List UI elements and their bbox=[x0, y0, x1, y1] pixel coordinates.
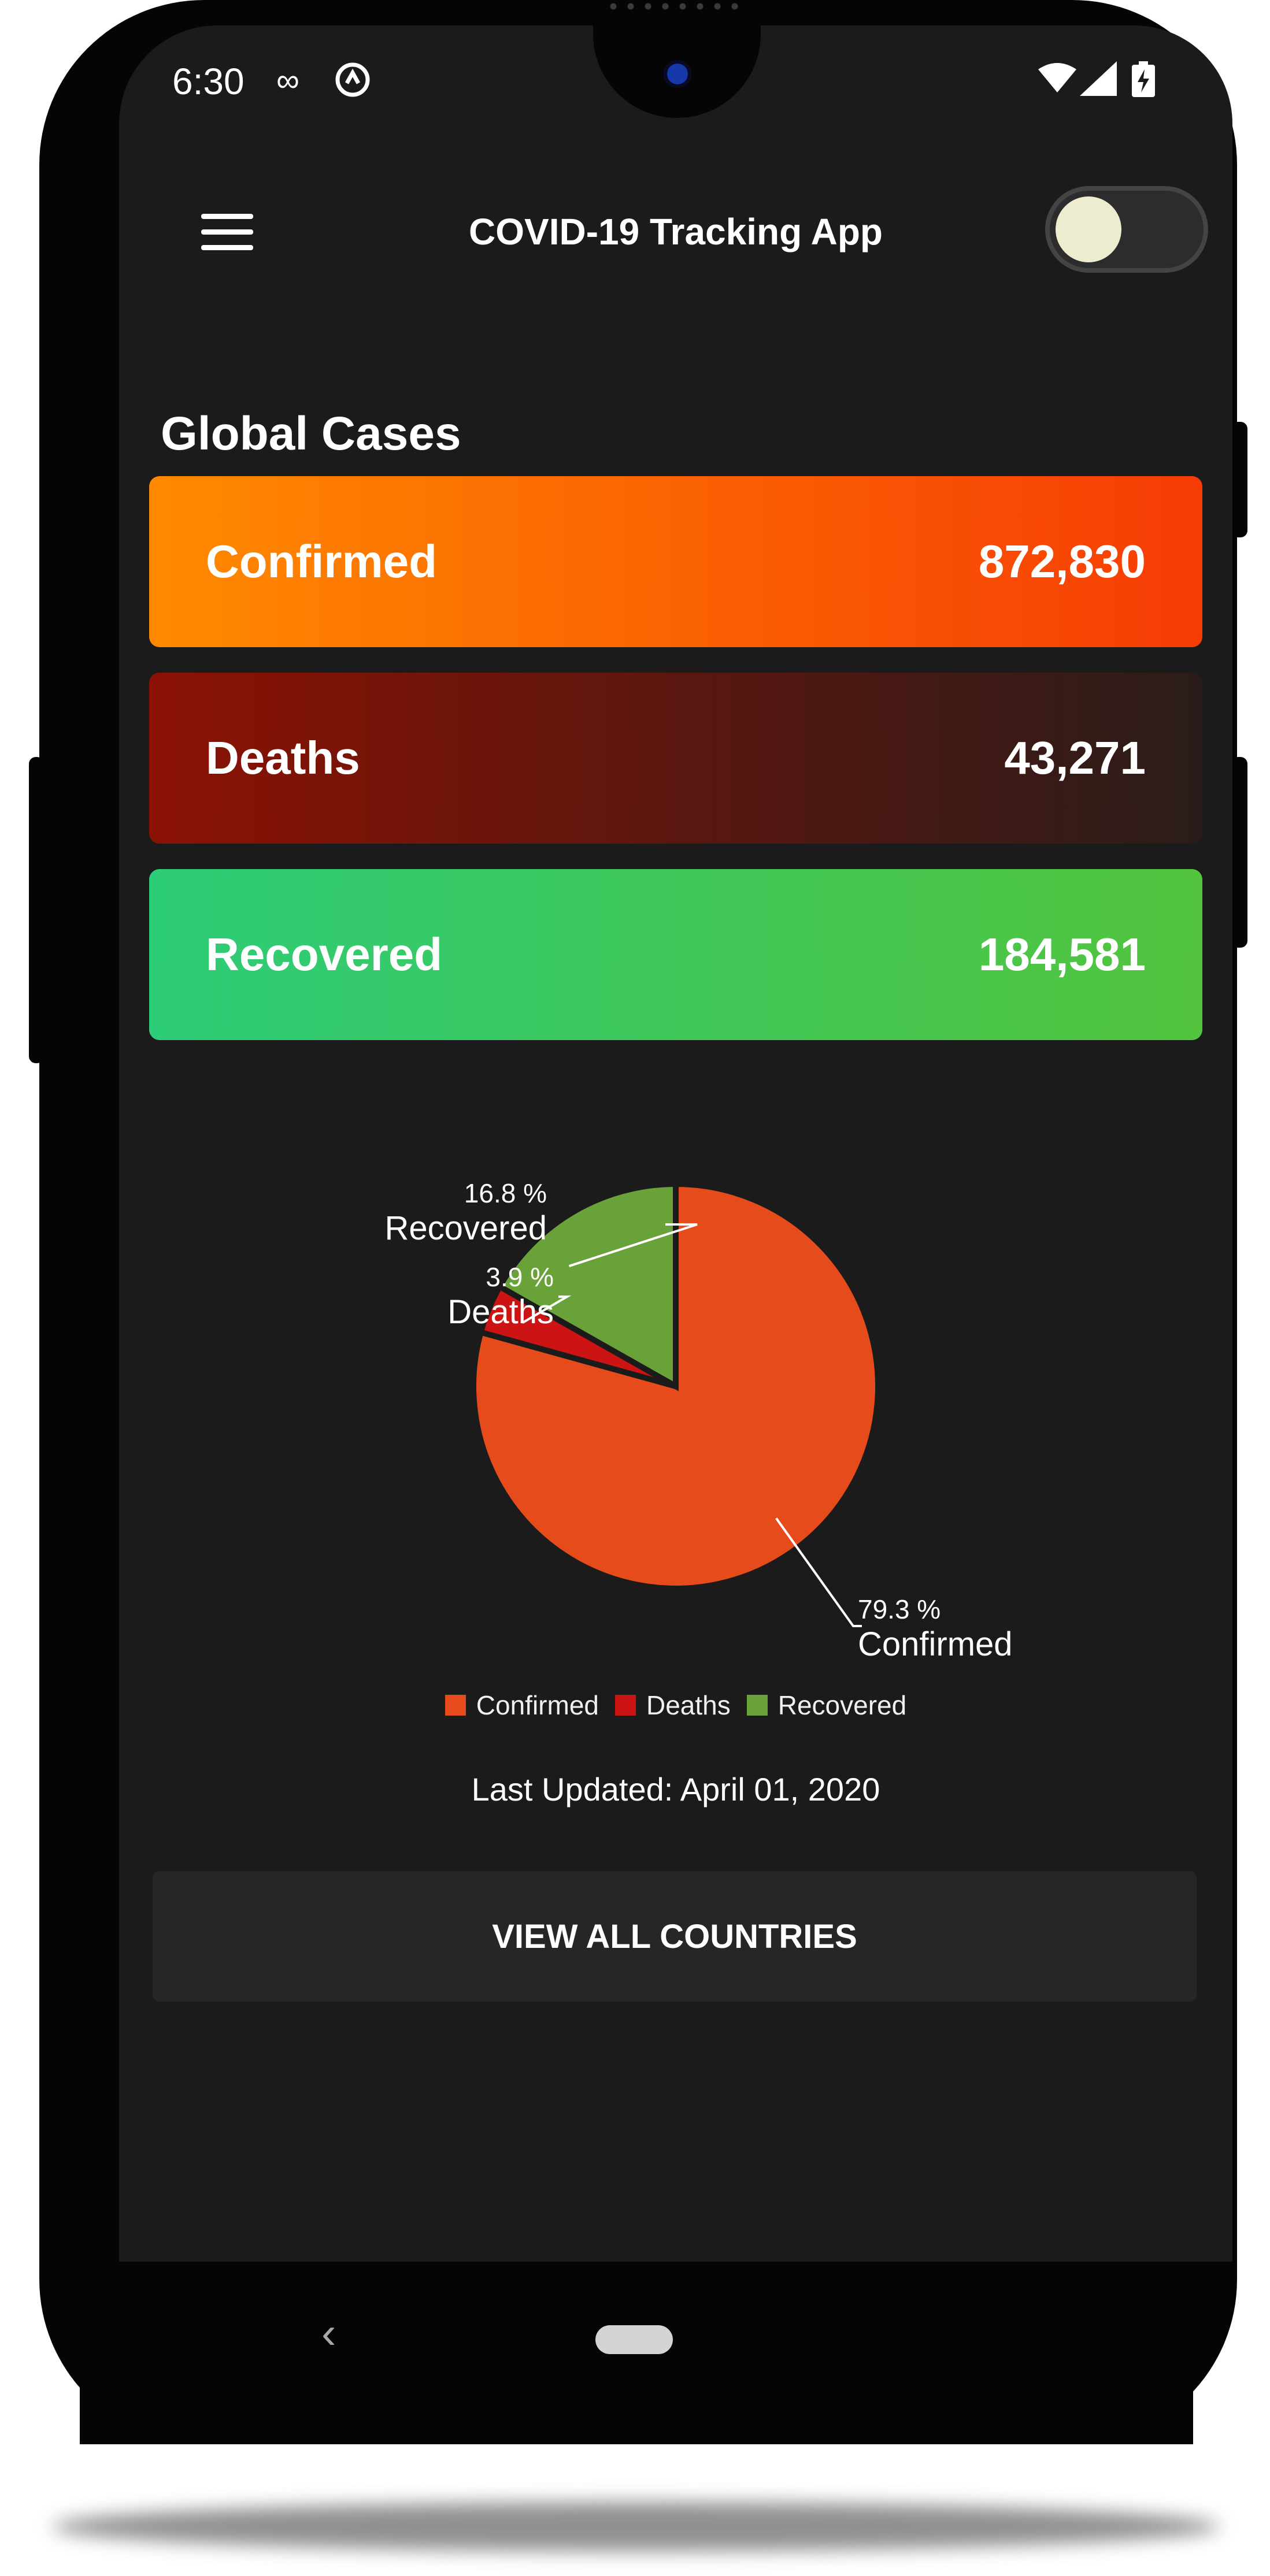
legend-label-confirmed: Confirmed bbox=[476, 1690, 599, 1720]
deaths-label: Deaths bbox=[206, 732, 360, 784]
view-all-countries-button[interactable]: VIEW ALL COUNTRIES bbox=[153, 1871, 1197, 2002]
earpiece-speaker bbox=[605, 1, 743, 12]
recovered-value: 184,581 bbox=[978, 929, 1146, 980]
section-title: Global Cases bbox=[161, 407, 461, 460]
pie-label-name-confirmed: Confirmed bbox=[858, 1625, 1013, 1663]
wifi-icon bbox=[1038, 61, 1076, 101]
recovered-label: Recovered bbox=[206, 929, 443, 980]
front-camera bbox=[664, 60, 691, 88]
legend-label-deaths: Deaths bbox=[646, 1690, 731, 1720]
phone-frame: 6:30 ∞ COVID-19 Tracking App Global Case… bbox=[29, 0, 1247, 2444]
deaths-value: 43,271 bbox=[1004, 732, 1146, 784]
pie-label-name-deaths: Deaths bbox=[447, 1293, 554, 1331]
home-pill-icon[interactable] bbox=[595, 2325, 673, 2354]
pie-label-percent-deaths: 3.9 % bbox=[486, 1262, 554, 1292]
recovered-card: Recovered 184,581 bbox=[149, 869, 1202, 1040]
status-time: 6:30 bbox=[172, 61, 245, 102]
chart-legend: Confirmed Deaths Recovered bbox=[119, 1690, 1232, 1722]
label-leader-line-confirmed bbox=[775, 1517, 862, 1627]
display-notch bbox=[593, 25, 761, 118]
legend-label-recovered: Recovered bbox=[777, 1690, 907, 1720]
cases-pie-chart: 79.3 %Confirmed 3.9 %Deaths 16.8 %Recovere… bbox=[385, 1178, 1013, 1663]
confirmed-value: 872,830 bbox=[978, 536, 1146, 587]
pie-label-percent-confirmed: 79.3 % bbox=[858, 1594, 941, 1624]
deaths-card: Deaths 43,271 bbox=[149, 673, 1202, 844]
signal-icon bbox=[1080, 61, 1117, 103]
moon-icon bbox=[1056, 196, 1121, 262]
volume-button bbox=[29, 757, 44, 1063]
phone-shadow bbox=[52, 2502, 1220, 2551]
back-chevron-icon[interactable]: ‹ bbox=[321, 2308, 336, 2358]
confirmed-card: Confirmed 872,830 bbox=[149, 476, 1202, 647]
legend-item-confirmed: Confirmed bbox=[445, 1690, 599, 1721]
last-updated-text: Last Updated: April 01, 2020 bbox=[471, 1771, 880, 1807]
power-button bbox=[1231, 422, 1247, 537]
legend-item-deaths: Deaths bbox=[615, 1690, 731, 1721]
app-screen: 6:30 ∞ COVID-19 Tracking App Global Case… bbox=[119, 25, 1232, 2262]
confirmed-label: Confirmed bbox=[206, 536, 437, 587]
system-nav-bar: ‹ bbox=[80, 2262, 1193, 2444]
pie-label-name-recovered: Recovered bbox=[385, 1209, 547, 1247]
side-button bbox=[1231, 757, 1247, 948]
legend-swatch-deaths bbox=[615, 1695, 636, 1716]
sync-icon bbox=[334, 61, 371, 106]
battery-charging-icon bbox=[1132, 61, 1155, 105]
legend-swatch-recovered bbox=[746, 1695, 768, 1716]
legend-item-recovered: Recovered bbox=[746, 1690, 907, 1721]
legend-swatch-confirmed bbox=[445, 1695, 466, 1716]
voicemail-icon: ∞ bbox=[276, 62, 299, 98]
pie-label-percent-recovered: 16.8 % bbox=[464, 1178, 547, 1208]
theme-toggle[interactable] bbox=[1045, 186, 1208, 273]
